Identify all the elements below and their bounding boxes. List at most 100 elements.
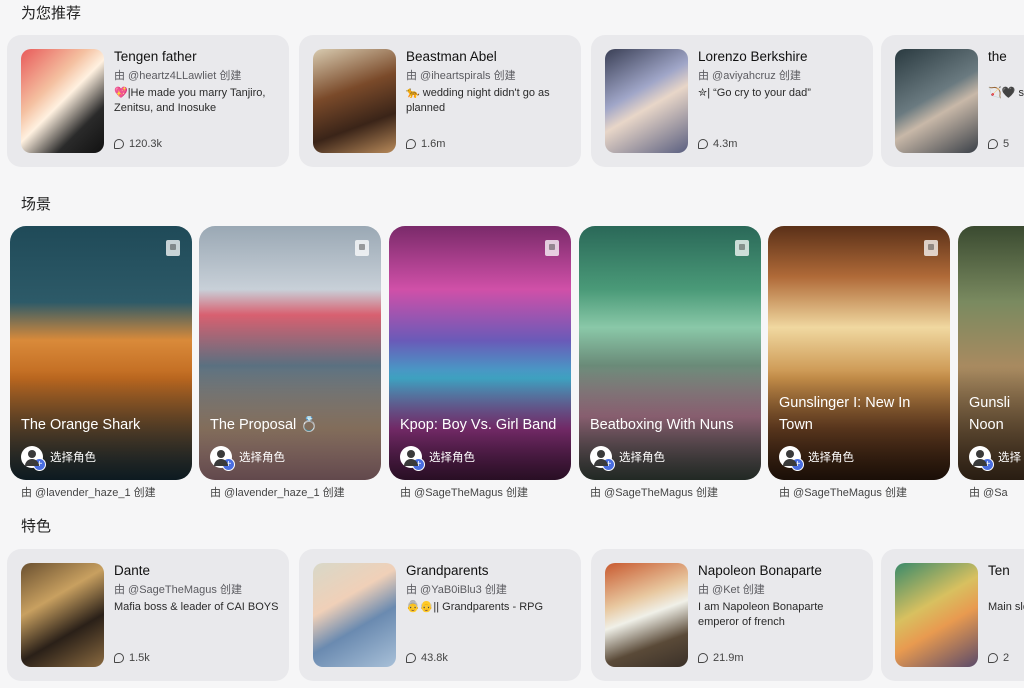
chat-count: 21.9m xyxy=(698,652,744,664)
character-avatar xyxy=(605,49,688,153)
chat-bubble-icon xyxy=(698,139,708,149)
character-creator: 由 @Ket 创建 xyxy=(698,584,765,596)
book-icon[interactable] xyxy=(355,240,369,256)
chat-count: 4.3m xyxy=(698,138,737,150)
chat-bubble-icon xyxy=(698,653,708,663)
character-card[interactable]: Beastman Abel 由 @iheartspirals 创建 🐆 wedd… xyxy=(299,35,581,167)
chat-bubble-icon xyxy=(114,139,124,149)
plus-icon: + xyxy=(33,458,46,471)
character-card[interactable]: Ten Main slow 2 xyxy=(881,549,1024,681)
character-avatar xyxy=(21,563,104,667)
scene-creator[interactable]: 由 @SageTheMagus 创建 xyxy=(590,484,718,500)
choose-character-label: 选择角色 xyxy=(239,452,285,464)
plus-icon: + xyxy=(222,458,235,471)
chat-bubble-icon xyxy=(406,653,416,663)
scene-card[interactable]: Beatboxing With Nuns + 选择角色 xyxy=(579,226,761,480)
choose-character-label: 选择角色 xyxy=(808,452,854,464)
character-name: Tengen father xyxy=(114,49,197,64)
scene-creator[interactable]: 由 @SageTheMagus 创建 xyxy=(400,484,528,500)
featured-row: Dante 由 @SageTheMagus 创建 Mafia boss & le… xyxy=(0,549,1024,681)
character-card[interactable]: the 🏹🖤 scor 5 xyxy=(881,35,1024,167)
choose-character-button[interactable]: + 选择角色 xyxy=(590,446,665,471)
choose-character-button[interactable]: + 选择角色 xyxy=(779,446,854,471)
scene-title: Kpop: Boy Vs. Girl Band xyxy=(400,417,557,433)
character-name: Napoleon Bonaparte xyxy=(698,563,822,578)
chat-count: 1.5k xyxy=(114,652,150,664)
section-title-featured: 特色 xyxy=(21,518,52,535)
chat-bubble-icon xyxy=(988,653,998,663)
recommended-row: Tengen father 由 @heartz4LLawliet 创建 💖|He… xyxy=(0,35,1024,167)
character-description: Main slow xyxy=(988,601,1024,613)
chat-bubble-icon xyxy=(114,653,124,663)
chat-count-value: 43.8k xyxy=(421,652,448,664)
character-description: 💖|He made you marry Tanjiro, Zenitsu, an… xyxy=(114,87,266,114)
character-name: Lorenzo Berkshire xyxy=(698,49,808,64)
character-avatar xyxy=(605,563,688,667)
character-creator: 由 @heartz4LLawliet 创建 xyxy=(114,70,242,82)
character-name: Beastman Abel xyxy=(406,49,497,64)
scene-card[interactable]: The Proposal 💍 + 选择角色 xyxy=(199,226,381,480)
chat-count: 5 xyxy=(988,138,1009,150)
book-icon[interactable] xyxy=(545,240,559,256)
character-card[interactable]: Grandparents 由 @YaB0iBlu3 创建 👵👴|| Grandp… xyxy=(299,549,581,681)
scene-card[interactable]: Gunsli Noon + 选择 xyxy=(958,226,1024,480)
chat-count: 43.8k xyxy=(406,652,448,664)
choose-character-label: 选择 xyxy=(998,452,1021,464)
scene-title: Gunsli Noon xyxy=(969,395,1011,433)
choose-character-label: 选择角色 xyxy=(619,452,665,464)
character-card[interactable]: Dante 由 @SageTheMagus 创建 Mafia boss & le… xyxy=(7,549,289,681)
chat-count: 1.6m xyxy=(406,138,445,150)
choose-character-button[interactable]: + 选择角色 xyxy=(400,446,475,471)
character-name: Dante xyxy=(114,563,151,578)
character-avatar xyxy=(313,563,396,667)
plus-icon: + xyxy=(981,458,994,471)
scene-title: Gunslinger I: New In Town xyxy=(779,395,911,433)
character-card[interactable]: Napoleon Bonaparte 由 @Ket 创建 I am Napole… xyxy=(591,549,873,681)
book-icon[interactable] xyxy=(166,240,180,256)
character-name: Grandparents xyxy=(406,563,489,578)
chat-count-value: 120.3k xyxy=(129,138,163,150)
user-avatar-icon: + xyxy=(21,446,46,471)
choose-character-button[interactable]: + 选择 xyxy=(969,446,1021,471)
plus-icon: + xyxy=(412,458,425,471)
chat-count-value: 2 xyxy=(1003,652,1010,664)
scene-title: Beatboxing With Nuns xyxy=(590,417,734,433)
chat-count-value: 21.9m xyxy=(713,652,744,664)
choose-character-button[interactable]: + 选择角色 xyxy=(21,446,96,471)
user-avatar-icon: + xyxy=(969,446,994,471)
character-description: 👵👴|| Grandparents - RPG xyxy=(406,601,544,613)
character-description: ✮| “Go cry to your dad” xyxy=(698,87,811,99)
book-icon[interactable] xyxy=(924,240,938,256)
chat-count-value: 1.6m xyxy=(421,138,446,150)
character-card[interactable]: Lorenzo Berkshire 由 @aviyahcruz 创建 ✮| “G… xyxy=(591,35,873,167)
scene-card[interactable]: Gunslinger I: New In Town + 选择角色 xyxy=(768,226,950,480)
user-avatar-icon: + xyxy=(779,446,804,471)
choose-character-label: 选择角色 xyxy=(50,452,96,464)
choose-character-label: 选择角色 xyxy=(429,452,475,464)
chat-count: 120.3k xyxy=(114,138,162,150)
scene-creator[interactable]: 由 @Sa xyxy=(969,484,1008,500)
character-name: the xyxy=(988,49,1007,64)
scene-creator[interactable]: 由 @lavender_haze_1 创建 xyxy=(21,484,156,500)
user-avatar-icon: + xyxy=(400,446,425,471)
scene-creator[interactable]: 由 @SageTheMagus 创建 xyxy=(779,484,907,500)
character-description: 🏹🖤 scor xyxy=(988,87,1024,99)
chat-count: 2 xyxy=(988,652,1009,664)
character-name: Ten xyxy=(988,563,1010,578)
scene-card[interactable]: The Orange Shark + 选择角色 xyxy=(10,226,192,480)
user-avatar-icon: + xyxy=(210,446,235,471)
scene-creator[interactable]: 由 @lavender_haze_1 创建 xyxy=(210,484,345,500)
chat-bubble-icon xyxy=(406,139,416,149)
character-card[interactable]: Tengen father 由 @heartz4LLawliet 创建 💖|He… xyxy=(7,35,289,167)
book-icon[interactable] xyxy=(735,240,749,256)
chat-count-value: 4.3m xyxy=(713,138,738,150)
character-description: Mafia boss & leader of CAI BOYS xyxy=(114,601,279,613)
scene-card[interactable]: Kpop: Boy Vs. Girl Band + 选择角色 xyxy=(389,226,571,480)
character-creator: 由 @aviyahcruz 创建 xyxy=(698,70,801,82)
character-avatar xyxy=(895,563,978,667)
chat-count-value: 5 xyxy=(1003,138,1010,150)
choose-character-button[interactable]: + 选择角色 xyxy=(210,446,285,471)
character-avatar xyxy=(313,49,396,153)
scene-title: The Proposal 💍 xyxy=(210,417,319,433)
character-avatar xyxy=(895,49,978,153)
